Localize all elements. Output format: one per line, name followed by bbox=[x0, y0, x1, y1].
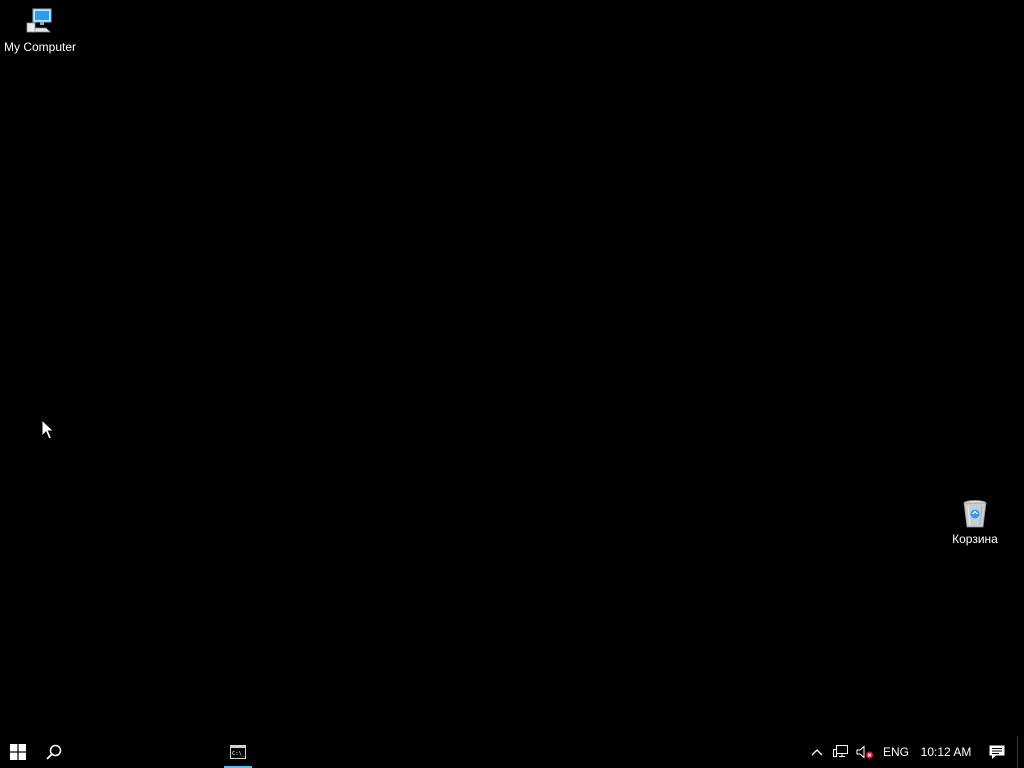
system-tray: ENG 10:12 AM bbox=[805, 736, 1024, 768]
action-center-icon bbox=[989, 745, 1005, 759]
search-icon bbox=[46, 744, 62, 760]
network-icon bbox=[833, 745, 848, 757]
command-prompt-icon: C:\_ bbox=[230, 745, 246, 759]
volume-button[interactable] bbox=[853, 736, 877, 768]
svg-text:C:\_: C:\_ bbox=[232, 751, 246, 757]
clock[interactable]: 10:12 AM bbox=[915, 736, 977, 768]
desktop-icon-my-computer[interactable]: My Computer bbox=[0, 6, 80, 54]
desktop-icon-label: My Computer bbox=[3, 40, 77, 54]
action-center-button[interactable] bbox=[977, 736, 1017, 768]
taskbar: C:\_ ENG 10:12 AM bbox=[0, 736, 1024, 768]
desktop[interactable]: My Computer Корзина C:\_ ENG 10:12 AM bbox=[0, 0, 1024, 768]
desktop-icon-recycle-bin[interactable]: Корзина bbox=[935, 498, 1015, 546]
desktop-icon-label: Корзина bbox=[952, 532, 998, 546]
volume-muted-icon bbox=[856, 745, 873, 759]
input-language-indicator[interactable]: ENG bbox=[877, 736, 915, 768]
start-button[interactable] bbox=[0, 736, 36, 768]
show-desktop-button[interactable] bbox=[1017, 736, 1024, 768]
mouse-cursor-icon bbox=[41, 419, 55, 440]
show-hidden-icons-button[interactable] bbox=[805, 736, 829, 768]
windows-logo-icon bbox=[10, 744, 26, 760]
taskbar-app-command-prompt[interactable]: C:\_ bbox=[224, 736, 252, 768]
computer-icon bbox=[24, 6, 56, 38]
chevron-up-icon bbox=[811, 749, 823, 756]
network-button[interactable] bbox=[829, 736, 853, 768]
recycle-bin-icon bbox=[959, 498, 991, 530]
search-button[interactable] bbox=[36, 736, 72, 768]
